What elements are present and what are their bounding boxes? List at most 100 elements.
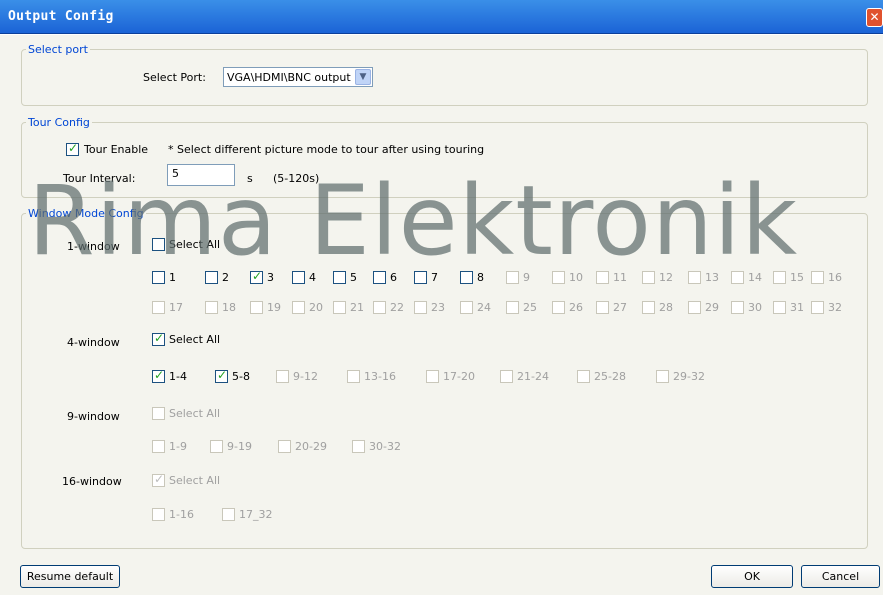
channel-checkbox[interactable] — [152, 271, 165, 284]
channel-label: 2 — [222, 271, 229, 284]
resume-default-button[interactable]: Resume default — [20, 565, 120, 588]
window-mode-legend: Window Mode Config — [28, 207, 144, 220]
nine-label: 30-32 — [369, 440, 401, 453]
quad-label: 17-20 — [443, 370, 475, 383]
channel-label: 8 — [477, 271, 484, 284]
channel-checkbox[interactable]: ✓ — [250, 269, 263, 284]
four-window-select-all-label: Select All — [169, 333, 221, 346]
channel-checkbox[interactable] — [731, 301, 744, 314]
channel-label: 18 — [222, 301, 236, 314]
nine-checkbox[interactable] — [352, 440, 365, 453]
channel-checkbox[interactable] — [333, 271, 346, 284]
channel-checkbox[interactable] — [731, 271, 744, 284]
channel-label: 32 — [828, 301, 842, 314]
channel-checkbox[interactable] — [333, 301, 346, 314]
window-title: Output Config — [8, 9, 114, 24]
channel-label: 13 — [705, 271, 719, 284]
channel-checkbox[interactable] — [773, 301, 786, 314]
channel-label: 30 — [748, 301, 762, 314]
channel-label: 15 — [790, 271, 804, 284]
sixteen-window-select-all-checkbox[interactable]: ✓ — [152, 472, 165, 487]
quad-label: 9-12 — [293, 370, 318, 383]
nine-label: 20-29 — [295, 440, 327, 453]
channel-checkbox[interactable] — [414, 301, 427, 314]
channel-checkbox[interactable] — [642, 301, 655, 314]
close-button[interactable]: ✕ — [866, 8, 883, 27]
channel-checkbox[interactable] — [250, 301, 263, 314]
sixteen-checkbox[interactable] — [152, 508, 165, 521]
nine-checkbox[interactable] — [152, 440, 165, 453]
channel-label: 11 — [613, 271, 627, 284]
quad-label: 1-4 — [169, 370, 187, 383]
channel-label: 22 — [390, 301, 404, 314]
select-port-label: Select Port: — [143, 71, 206, 84]
channel-label: 21 — [350, 301, 364, 314]
quad-label: 25-28 — [594, 370, 626, 383]
quad-checkbox[interactable] — [276, 370, 289, 383]
quad-checkbox[interactable] — [347, 370, 360, 383]
quad-checkbox[interactable] — [656, 370, 669, 383]
checkmark-icon: ✓ — [154, 472, 165, 486]
quad-checkbox[interactable]: ✓ — [215, 368, 228, 383]
channel-label: 14 — [748, 271, 762, 284]
channel-checkbox[interactable] — [292, 271, 305, 284]
four-window-select-all-checkbox[interactable]: ✓ — [152, 331, 165, 346]
select-port-dropdown[interactable]: VGA\HDMI\BNC output ▼ — [223, 67, 373, 87]
quad-checkbox[interactable] — [500, 370, 513, 383]
checkmark-icon: ✓ — [154, 368, 165, 382]
channel-checkbox[interactable] — [292, 301, 305, 314]
nine-checkbox[interactable] — [278, 440, 291, 453]
tour-interval-input[interactable]: 5 — [167, 164, 235, 186]
channel-checkbox[interactable] — [506, 301, 519, 314]
channel-checkbox[interactable] — [152, 301, 165, 314]
quad-label: 13-16 — [364, 370, 396, 383]
nine-window-select-all-checkbox[interactable] — [152, 407, 165, 420]
channel-checkbox[interactable] — [596, 271, 609, 284]
channel-label: 29 — [705, 301, 719, 314]
chevron-down-icon[interactable]: ▼ — [355, 69, 371, 85]
channel-label: 10 — [569, 271, 583, 284]
nine-label: 1-9 — [169, 440, 187, 453]
quad-checkbox[interactable] — [577, 370, 590, 383]
sixteen-checkbox[interactable] — [222, 508, 235, 521]
channel-label: 27 — [613, 301, 627, 314]
channel-checkbox[interactable] — [552, 271, 565, 284]
channel-checkbox[interactable] — [642, 271, 655, 284]
quad-checkbox[interactable] — [426, 370, 439, 383]
channel-label: 3 — [267, 271, 274, 284]
cancel-button[interactable]: Cancel — [801, 565, 880, 588]
checkmark-icon: ✓ — [68, 141, 79, 155]
channel-checkbox[interactable] — [205, 271, 218, 284]
ok-button[interactable]: OK — [711, 565, 793, 588]
channel-checkbox[interactable] — [773, 271, 786, 284]
channel-checkbox[interactable] — [596, 301, 609, 314]
channel-checkbox[interactable] — [811, 301, 824, 314]
tour-enable-label: Tour Enable — [84, 143, 149, 156]
channel-checkbox[interactable] — [414, 271, 427, 284]
one-window-select-all-checkbox[interactable] — [152, 238, 165, 251]
channel-checkbox[interactable] — [373, 271, 386, 284]
channel-checkbox[interactable] — [373, 301, 386, 314]
one-window-select-all-label: Select All — [169, 238, 221, 251]
channel-checkbox[interactable] — [688, 301, 701, 314]
channel-label: 6 — [390, 271, 397, 284]
channel-checkbox[interactable] — [506, 271, 519, 284]
channel-checkbox[interactable] — [688, 271, 701, 284]
channel-label: 20 — [309, 301, 323, 314]
select-port-value: VGA\HDMI\BNC output — [227, 71, 351, 84]
channel-label: 31 — [790, 301, 804, 314]
channel-label: 5 — [350, 271, 357, 284]
checkmark-icon: ✓ — [217, 368, 228, 382]
channel-checkbox[interactable] — [460, 301, 473, 314]
tour-interval-range: (5-120s) — [273, 172, 320, 185]
channel-checkbox[interactable] — [460, 271, 473, 284]
channel-checkbox[interactable] — [811, 271, 824, 284]
tour-enable-checkbox[interactable]: ✓ — [66, 141, 79, 156]
channel-checkbox[interactable] — [552, 301, 565, 314]
quad-checkbox[interactable]: ✓ — [152, 368, 165, 383]
close-icon: ✕ — [869, 10, 880, 24]
channel-label: 17 — [169, 301, 183, 314]
channel-checkbox[interactable] — [205, 301, 218, 314]
tour-config-legend: Tour Config — [28, 116, 90, 129]
nine-checkbox[interactable] — [210, 440, 223, 453]
